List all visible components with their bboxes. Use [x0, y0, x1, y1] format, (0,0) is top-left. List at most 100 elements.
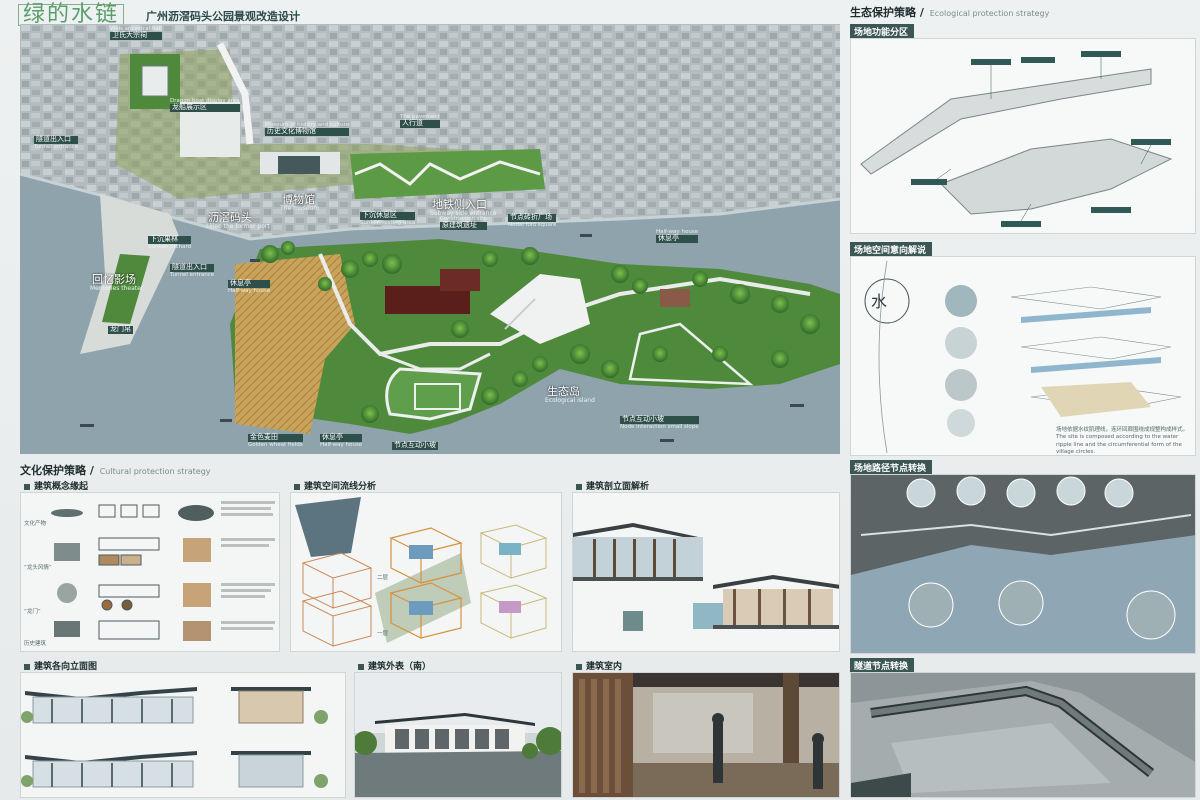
section-panel: [572, 492, 840, 652]
flow-diagram: [295, 497, 548, 647]
bullet-icon: [24, 483, 30, 490]
master-plan: Weis ancestral hall 卫氏大宗祠 Dragon boat di…: [20, 24, 840, 454]
label-cn: 休息亭: [228, 279, 271, 288]
label-sunken-orchard: 下沉果林 Sunken orchard: [148, 235, 192, 250]
concept-panel: 文化产物 “龙头风情” “龙门” 历史建筑: [20, 492, 280, 652]
interior-render: [573, 673, 839, 797]
path-node-diagram: [851, 475, 1195, 653]
label-en: Sunken resting area: [360, 219, 416, 226]
label-en: Ecological island: [545, 397, 595, 405]
elevation-panel: [20, 672, 346, 798]
eco-section-title: 生态保护策略 / Ecological protection strategy: [850, 6, 1050, 19]
flow-title: 建筑空间流线分析: [290, 478, 382, 493]
bullet-icon: [358, 663, 364, 670]
label-cn: 下沉休息区: [360, 211, 416, 220]
culture-title-en: Cultural protection strategy: [99, 467, 211, 476]
master-plan-drawing: [20, 24, 840, 454]
label-cn: 休息亭: [320, 433, 363, 442]
label-cn: 历史文化博物馆: [265, 127, 350, 136]
label-halfway-house-3: 休息亭 Half-way house: [320, 433, 363, 448]
label-en: Tunnel entrance: [170, 271, 215, 278]
exterior-title-text: 建筑外表（南）: [368, 662, 432, 672]
tunnel-node-title-text: 隧道节点转换: [854, 662, 909, 672]
function-zoning-title-text: 场地功能分区: [854, 28, 909, 38]
label-en: Memories theater: [90, 285, 144, 293]
path-node-panel: [850, 474, 1196, 654]
concept-title: 建筑概念缘起: [20, 478, 94, 493]
label-en: Lijiao the former port: [206, 223, 270, 231]
label-cn: 人行道: [400, 119, 440, 128]
label-tunnel-entrance-south: 隧道出入口 Tunnel entrance: [170, 263, 215, 278]
label-construction-site: Construction site 原建筑遗址: [440, 216, 487, 230]
label-en: Half-way house: [320, 441, 363, 448]
label-cn: 卫氏大宗祠: [110, 31, 162, 40]
label-golden-wheat: 金色麦田 Golden wheat fields: [248, 433, 303, 448]
function-zoning-title: 场地功能分区: [850, 24, 915, 39]
label-cn: 龙门帛: [108, 325, 133, 334]
bullet-icon: [294, 483, 300, 490]
exterior-title: 建筑外表（南）: [354, 658, 437, 673]
intent-caption-en: The site is composed according to the wa…: [1056, 434, 1182, 456]
exterior-render: [355, 673, 561, 797]
culture-section-title: 文化保护策略 / Cultural protection strategy: [20, 464, 211, 477]
path-node-title: 场地路径节点转换: [850, 460, 933, 475]
interior-title-text: 建筑室内: [586, 662, 623, 672]
label-museum-history: Museum of history and culture 历史文化博物馆: [265, 122, 350, 136]
label-cn: 休息亭: [656, 234, 699, 243]
intent-caption-cn: 场地依据水纹肌理线，连环回廊围绕成规整构成样式。: [1056, 427, 1189, 433]
flow-title-text: 建筑空间流线分析: [304, 482, 377, 492]
label-en: Tunnel entrance: [34, 143, 79, 150]
label-en: Sunken orchard: [148, 243, 192, 250]
spatial-intent-panel: 水 场地依据水纹肌理线，连环回廊围绕成规整构成样式。 The site is c…: [850, 256, 1196, 456]
interior-title: 建筑室内: [572, 658, 628, 673]
label-en: Node interaction small slope: [620, 423, 699, 430]
label-en: Half-way house: [228, 287, 271, 294]
label-cn: 原建筑遗址: [440, 221, 487, 230]
project-title: 广州沥滘码头公园景观改造设计: [146, 10, 300, 23]
bullet-icon: [576, 483, 582, 490]
tunnel-node-diagram: [851, 673, 1195, 797]
label-cn: 节点互动小坡: [620, 415, 699, 424]
label-node-slope-east: 节点互动小坡 Node interaction small slope: [620, 415, 699, 430]
ecology-column: 生态保护策略 / Ecological protection strategy …: [848, 0, 1200, 800]
concept-row-label-3: “龙门”: [24, 609, 41, 615]
label-subway-entrance: 地铁侧入口 Subway side entrance: [430, 198, 496, 218]
flow-floor-1-label: 一层: [377, 631, 389, 637]
path-node-title-text: 场地路径节点转换: [854, 464, 927, 474]
label-pavement: The pavement 人行道: [400, 114, 440, 128]
exterior-panel: [354, 672, 562, 798]
concept-row-label-1: 文化产物: [24, 521, 47, 527]
label-halfway-house-2: 休息亭 Half-way house: [228, 279, 271, 294]
label-node-slope-south: 节点互动小坡: [392, 441, 438, 450]
label-longmen: 龙门帛: [108, 325, 133, 334]
function-zoning-panel: [850, 38, 1196, 234]
bullet-icon: [24, 663, 30, 670]
poster: 绿的水链 广州沥滘码头公园景观改造设计 Weis ancestral hall …: [0, 0, 1200, 800]
elevation-diagram: [21, 687, 328, 788]
elevation-title: 建筑各向立面图: [20, 658, 103, 673]
spatial-intent-title-text: 场地空间意向解说: [854, 246, 927, 256]
bullet-icon: [576, 663, 582, 670]
label-tunnel-entrance-north: 隧道出入口 Tunnel entrance: [34, 135, 79, 150]
label-cn: 节点互动小坡: [392, 441, 438, 450]
spatial-intent-title: 场地空间意向解说: [850, 242, 933, 257]
label-cn: 节点砖折广场: [508, 213, 557, 222]
water-character: 水: [871, 292, 888, 311]
label-ecological-island: 生态岛 Ecological island: [545, 385, 595, 405]
brand-logo: 绿的水链: [18, 4, 125, 26]
label-en: Nodal fold square: [508, 221, 557, 228]
label-en: The museum: [280, 205, 320, 213]
label-cn: 金色麦田: [248, 433, 303, 442]
concept-row-label-4: 历史建筑: [24, 641, 47, 647]
label-cn: 龙船展示区: [170, 103, 240, 112]
label-lijiao-port: 沥滘码头 Lijiao the former port: [206, 211, 270, 231]
label-dragon-boat-area: Dragon boat display area 龙船展示区: [170, 98, 240, 112]
label-cn: 隧道出入口: [34, 135, 79, 144]
label-halfway-house-1: Half-way house 休息亭: [656, 229, 699, 243]
flow-floor-2-label: 二层: [377, 575, 389, 581]
label-cn: 下沉果林: [148, 235, 192, 244]
label-en: Golden wheat fields: [248, 441, 303, 448]
label-cn: 隧道出入口: [170, 263, 215, 272]
eco-title-cn: 生态保护策略: [850, 6, 916, 19]
concept-title-text: 建筑概念缘起: [34, 482, 89, 492]
